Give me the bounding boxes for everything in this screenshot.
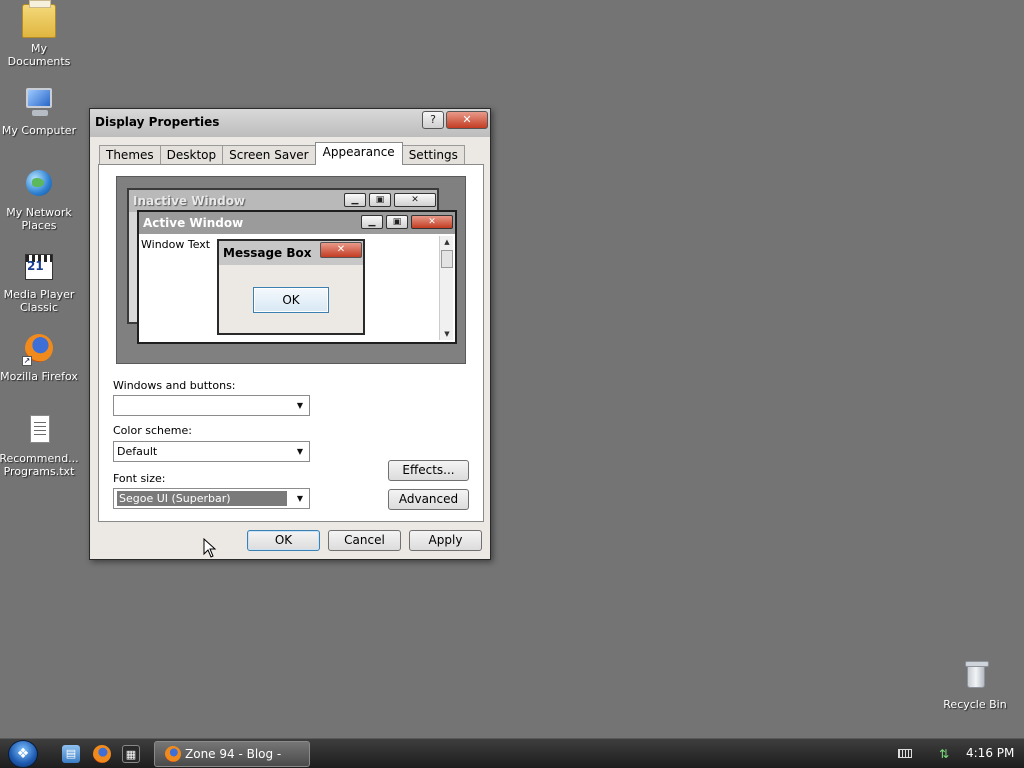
apply-button[interactable]: Apply	[409, 530, 482, 551]
preview-active-titlebar: Active Window ▁ ▣ ✕	[139, 212, 455, 234]
message-box-ok-button: OK	[253, 287, 329, 313]
ok-button[interactable]: OK	[247, 530, 320, 551]
tab-strip: Themes Desktop Screen Saver Appearance S…	[99, 142, 465, 165]
minimize-icon: ▁	[344, 193, 366, 207]
dialog-title: Display Properties	[95, 115, 220, 129]
windows-buttons-label: Windows and buttons:	[113, 379, 236, 392]
tab-appearance[interactable]: Appearance	[314, 142, 403, 165]
preview-inactive-titlebar: Inactive Window ▁ ▣ ✕	[129, 190, 437, 212]
quicklaunch-media-player-icon[interactable]: ▦	[122, 745, 140, 763]
desktop-icon-my-network-places[interactable]: My Network Places	[0, 168, 79, 232]
font-size-value: Segoe UI (Superbar)	[117, 491, 287, 506]
message-box-title: Message Box	[223, 246, 312, 260]
preview-scrollbar: ▲ ▼	[439, 236, 453, 340]
tab-settings[interactable]: Settings	[401, 145, 465, 165]
windows-buttons-select[interactable]: ▼	[113, 395, 310, 416]
maximize-icon: ▣	[369, 193, 391, 207]
text-file-icon	[22, 414, 56, 448]
appearance-preview: Inactive Window ▁ ▣ ✕ Active Window ▁ ▣ …	[116, 176, 466, 364]
computer-icon	[22, 86, 56, 120]
preview-inactive-title: Inactive Window	[133, 194, 246, 208]
tab-desktop[interactable]: Desktop	[159, 145, 224, 165]
chevron-down-icon: ▼	[296, 447, 304, 456]
close-icon: ✕	[462, 113, 472, 126]
font-size-label: Font size:	[113, 472, 166, 485]
tab-screen-saver[interactable]: Screen Saver	[222, 145, 316, 165]
scroll-up-icon: ▲	[444, 238, 450, 246]
message-box-titlebar: Message Box ✕	[219, 241, 363, 265]
desktop-icon-label: Recommend... Programs.txt	[0, 452, 79, 478]
firefox-icon: ↗	[22, 332, 56, 366]
start-button[interactable]: ❖	[8, 740, 38, 768]
color-scheme-value: Default	[117, 445, 158, 458]
desktop-icon-recommended-programs[interactable]: Recommend... Programs.txt	[0, 414, 79, 478]
preview-active-title: Active Window	[143, 216, 244, 230]
maximize-icon: ▣	[386, 215, 408, 229]
taskbar: ❖ ▤ ▦ Zone 94 - Blog - Mo... ⇅ 4:16 PM	[0, 738, 1024, 768]
desktop-icon-label: Mozilla Firefox	[0, 370, 78, 383]
taskbar-button-firefox[interactable]: Zone 94 - Blog - Mo...	[154, 741, 310, 767]
quicklaunch-firefox-icon[interactable]	[93, 745, 111, 763]
close-icon: ✕	[320, 242, 362, 258]
scroll-down-icon: ▼	[444, 330, 450, 338]
quicklaunch-show-desktop-icon[interactable]: ▤	[62, 745, 80, 763]
recycle-bin-icon	[958, 660, 992, 694]
effects-button[interactable]: Effects...	[388, 460, 469, 481]
tab-themes[interactable]: Themes	[99, 145, 161, 165]
network-icon[interactable]: ⇅	[939, 747, 953, 761]
appearance-panel: Inactive Window ▁ ▣ ✕ Active Window ▁ ▣ …	[98, 164, 484, 522]
firefox-icon	[165, 746, 181, 762]
preview-active-window: Active Window ▁ ▣ ✕ Window Text ▲ ▼ Mess…	[137, 210, 457, 344]
preview-window-text: Window Text	[141, 238, 211, 251]
color-scheme-label: Color scheme:	[113, 424, 192, 437]
folder-icon	[22, 0, 56, 38]
close-icon: ✕	[411, 215, 453, 229]
help-icon: ?	[430, 113, 436, 126]
close-button[interactable]: ✕	[446, 111, 488, 129]
help-button[interactable]: ?	[422, 111, 444, 129]
font-size-select[interactable]: Segoe UI (Superbar) ▼	[113, 488, 310, 509]
desktop-icon-recycle-bin[interactable]: Recycle Bin	[935, 660, 1015, 711]
desktop-icon-media-player-classic[interactable]: 21 Media Player Classic	[0, 250, 79, 314]
desktop-icon-mozilla-firefox[interactable]: ↗ Mozilla Firefox	[0, 332, 79, 383]
desktop-icon-label: Recycle Bin	[943, 698, 1007, 711]
chevron-down-icon: ▼	[296, 494, 304, 503]
display-properties-dialog: Display Properties ? ✕ Themes Desktop Sc…	[89, 108, 491, 560]
windows-logo-icon: ❖	[16, 746, 30, 762]
desktop-icon-label: My Computer	[1, 124, 77, 137]
color-scheme-select[interactable]: Default ▼	[113, 441, 310, 462]
network-globe-icon	[22, 168, 56, 202]
clock[interactable]: 4:16 PM	[966, 746, 1014, 760]
dialog-titlebar[interactable]: Display Properties ? ✕	[90, 109, 490, 137]
desktop-icon-label: My Network Places	[6, 206, 72, 232]
desktop-icon-label: Media Player Classic	[3, 288, 75, 314]
desktop-icon-my-documents[interactable]: My Documents	[0, 0, 79, 68]
taskbar-button-label: Zone 94 - Blog - Mo...	[185, 747, 282, 761]
minimize-icon: ▁	[361, 215, 383, 229]
scroll-thumb	[441, 250, 453, 268]
desktop-icon-my-computer[interactable]: My Computer	[0, 86, 79, 137]
cancel-button[interactable]: Cancel	[328, 530, 401, 551]
desktop-icon-label: My Documents	[7, 42, 71, 68]
media-player-icon: 21	[22, 250, 56, 284]
close-icon: ✕	[394, 193, 436, 207]
chevron-down-icon: ▼	[296, 401, 304, 410]
preview-message-box: Message Box ✕ OK	[217, 239, 365, 335]
advanced-button[interactable]: Advanced	[388, 489, 469, 510]
keyboard-icon[interactable]	[898, 749, 912, 758]
